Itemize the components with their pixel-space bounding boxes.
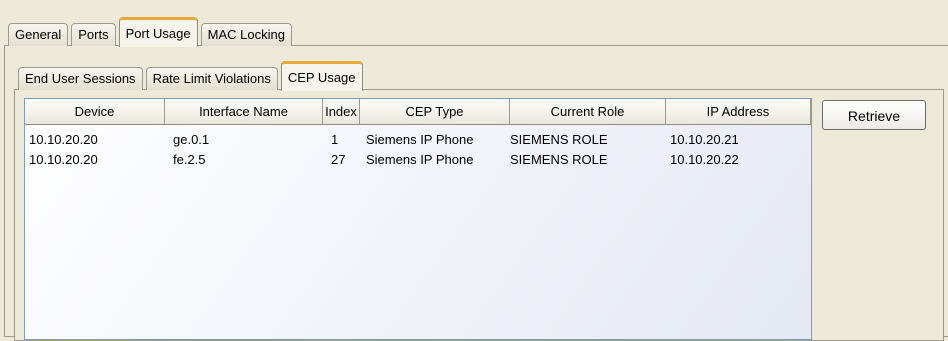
cell-current-role: SIEMENS ROLE (510, 132, 608, 147)
cep-usage-table: Device Interface Name Index CEP Type Cur… (24, 98, 812, 340)
tab-general[interactable]: General (8, 23, 69, 46)
column-header-current-role[interactable]: Current Role (510, 99, 666, 124)
column-header-index[interactable]: Index (323, 99, 360, 124)
tab-ports[interactable]: Ports (71, 23, 116, 46)
tab-cep-usage[interactable]: CEP Usage (280, 61, 363, 91)
tab-rate-limit-violations[interactable]: Rate Limit Violations (145, 67, 278, 90)
cell-ip-address: 10.10.20.22 (670, 152, 739, 167)
cell-device: 10.10.20.20 (29, 132, 98, 147)
column-header-ip-address[interactable]: IP Address (666, 99, 811, 124)
port-usage-subtabstrip: End User Sessions Rate Limit Violations … (18, 60, 366, 91)
column-header-cep-type[interactable]: CEP Type (360, 99, 510, 124)
table-row[interactable]: 10.10.20.20 fe.2.5 27 Siemens IP Phone S… (25, 150, 811, 170)
cell-index: 1 (331, 132, 339, 147)
retrieve-button[interactable]: Retrieve (822, 100, 926, 130)
cell-interface-name: ge.0.1 (173, 132, 210, 147)
main-tabstrip: General Ports Port Usage MAC Locking (8, 12, 295, 47)
tab-mac-locking[interactable]: MAC Locking (200, 23, 292, 46)
tab-port-usage[interactable]: Port Usage (118, 17, 198, 47)
cell-cep-type: Siemens IP Phone (366, 132, 474, 147)
cell-interface-name: fe.2.5 (173, 152, 206, 167)
table-header: Device Interface Name Index CEP Type Cur… (25, 99, 811, 125)
cell-device: 10.10.20.20 (29, 152, 98, 167)
cell-current-role: SIEMENS ROLE (510, 152, 608, 167)
cell-index: 27 (331, 152, 346, 167)
table-row[interactable]: 10.10.20.20 ge.0.1 1 Siemens IP Phone SI… (25, 130, 811, 150)
column-header-device[interactable]: Device (25, 99, 165, 124)
column-header-interface-name[interactable]: Interface Name (165, 99, 323, 124)
table-body: 10.10.20.20 ge.0.1 1 Siemens IP Phone SI… (25, 130, 811, 170)
tab-end-user-sessions[interactable]: End User Sessions (18, 67, 143, 90)
cell-cep-type: Siemens IP Phone (366, 152, 474, 167)
cell-ip-address: 10.10.20.21 (670, 132, 739, 147)
